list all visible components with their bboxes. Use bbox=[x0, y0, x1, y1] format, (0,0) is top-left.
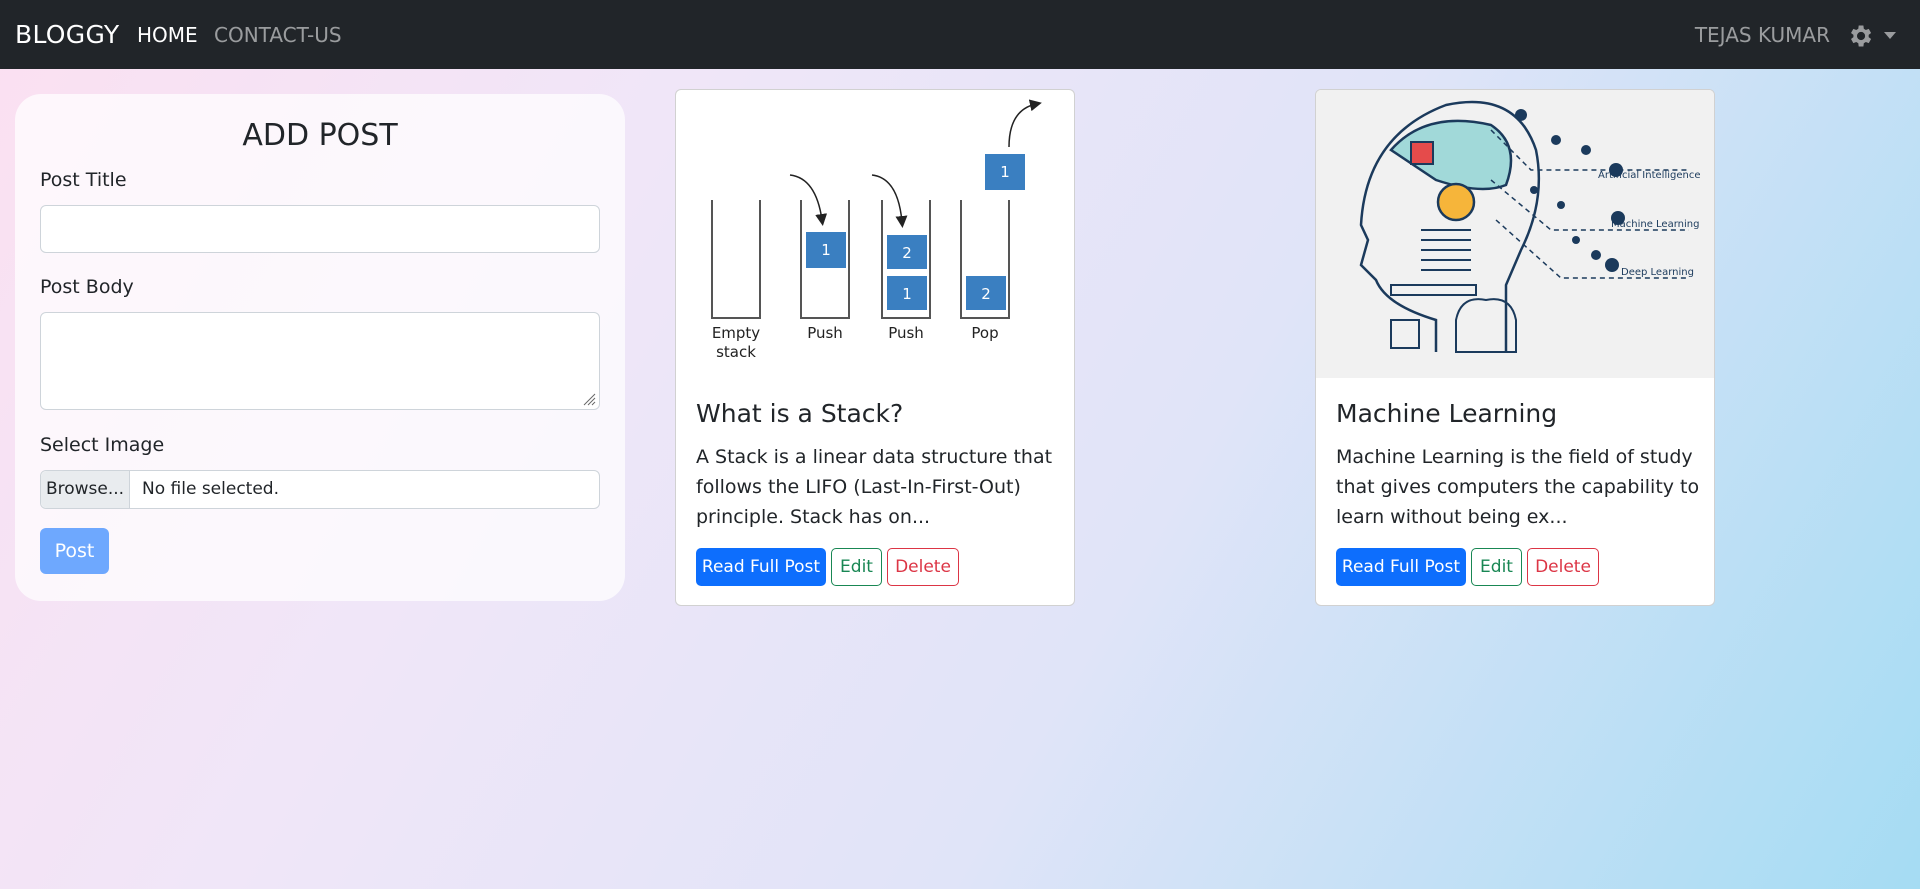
nav-link-contact-us[interactable]: CONTACT-US bbox=[214, 23, 342, 47]
stack-label-push-2: Push bbox=[888, 324, 924, 342]
post-title: Machine Learning bbox=[1336, 399, 1558, 428]
brand-logo[interactable]: BLOGGY bbox=[15, 20, 119, 49]
ml-label-dl: Deep Learning bbox=[1621, 267, 1694, 278]
post-title: What is a Stack? bbox=[696, 399, 904, 428]
post-card-stack: 1 2 1 2 1 Empty stack Push Push Pop What… bbox=[675, 89, 1075, 606]
post-excerpt: A Stack is a linear data structure that … bbox=[696, 446, 1053, 528]
resize-handle-icon[interactable] bbox=[582, 392, 596, 406]
chevron-down-icon[interactable] bbox=[1884, 32, 1896, 39]
nav-link-home[interactable]: HOME bbox=[137, 23, 198, 47]
file-status-text: No file selected. bbox=[142, 479, 279, 499]
stack-label-empty: Empty bbox=[712, 324, 760, 342]
post-excerpt: Machine Learning is the field of study t… bbox=[1336, 446, 1700, 528]
stack-block-3: 1 bbox=[902, 285, 912, 303]
ml-label-ml: Machine Learning bbox=[1611, 219, 1699, 230]
add-post-form: ADD POST Post Title Post Body Select Ima… bbox=[15, 94, 625, 601]
read-full-post-button[interactable]: Read Full Post bbox=[696, 548, 826, 586]
delete-post-button[interactable]: Delete bbox=[887, 548, 959, 586]
stack-label-push-1: Push bbox=[807, 324, 843, 342]
post-body-label: Post Body bbox=[40, 276, 134, 298]
post-title-input[interactable] bbox=[40, 205, 600, 253]
post-title-label: Post Title bbox=[40, 169, 127, 191]
post-body-textarea[interactable] bbox=[40, 312, 600, 410]
post-card-machine-learning: Artificial Intelligence Machine Learning… bbox=[1315, 89, 1715, 606]
ml-illustration-image: Artificial Intelligence Machine Learning… bbox=[1316, 90, 1714, 378]
image-file-input[interactable]: Browse... No file selected. bbox=[40, 470, 600, 509]
form-title: ADD POST bbox=[242, 118, 398, 153]
stack-block-5: 1 bbox=[1000, 163, 1010, 181]
browse-button[interactable]: Browse... bbox=[41, 471, 130, 508]
edit-post-button[interactable]: Edit bbox=[831, 548, 882, 586]
ml-label-ai: Artificial Intelligence bbox=[1598, 170, 1701, 181]
stack-block-1: 1 bbox=[821, 241, 831, 259]
delete-post-button[interactable]: Delete bbox=[1527, 548, 1599, 586]
read-full-post-button[interactable]: Read Full Post bbox=[1336, 548, 1466, 586]
select-image-label: Select Image bbox=[40, 434, 165, 456]
stack-label-stack: stack bbox=[716, 343, 756, 361]
top-navbar: BLOGGY HOME CONTACT-US TEJAS KUMAR bbox=[0, 0, 1920, 69]
stack-block-4: 2 bbox=[981, 285, 991, 303]
stack-block-2: 2 bbox=[902, 244, 912, 262]
stack-label-pop: Pop bbox=[971, 324, 998, 342]
stack-diagram-image: 1 2 1 2 1 Empty stack Push Push Pop bbox=[711, 99, 1042, 361]
gear-icon[interactable] bbox=[1846, 22, 1874, 50]
user-name[interactable]: TEJAS KUMAR bbox=[1695, 23, 1830, 47]
post-submit-button[interactable]: Post bbox=[40, 528, 109, 574]
edit-post-button[interactable]: Edit bbox=[1471, 548, 1522, 586]
